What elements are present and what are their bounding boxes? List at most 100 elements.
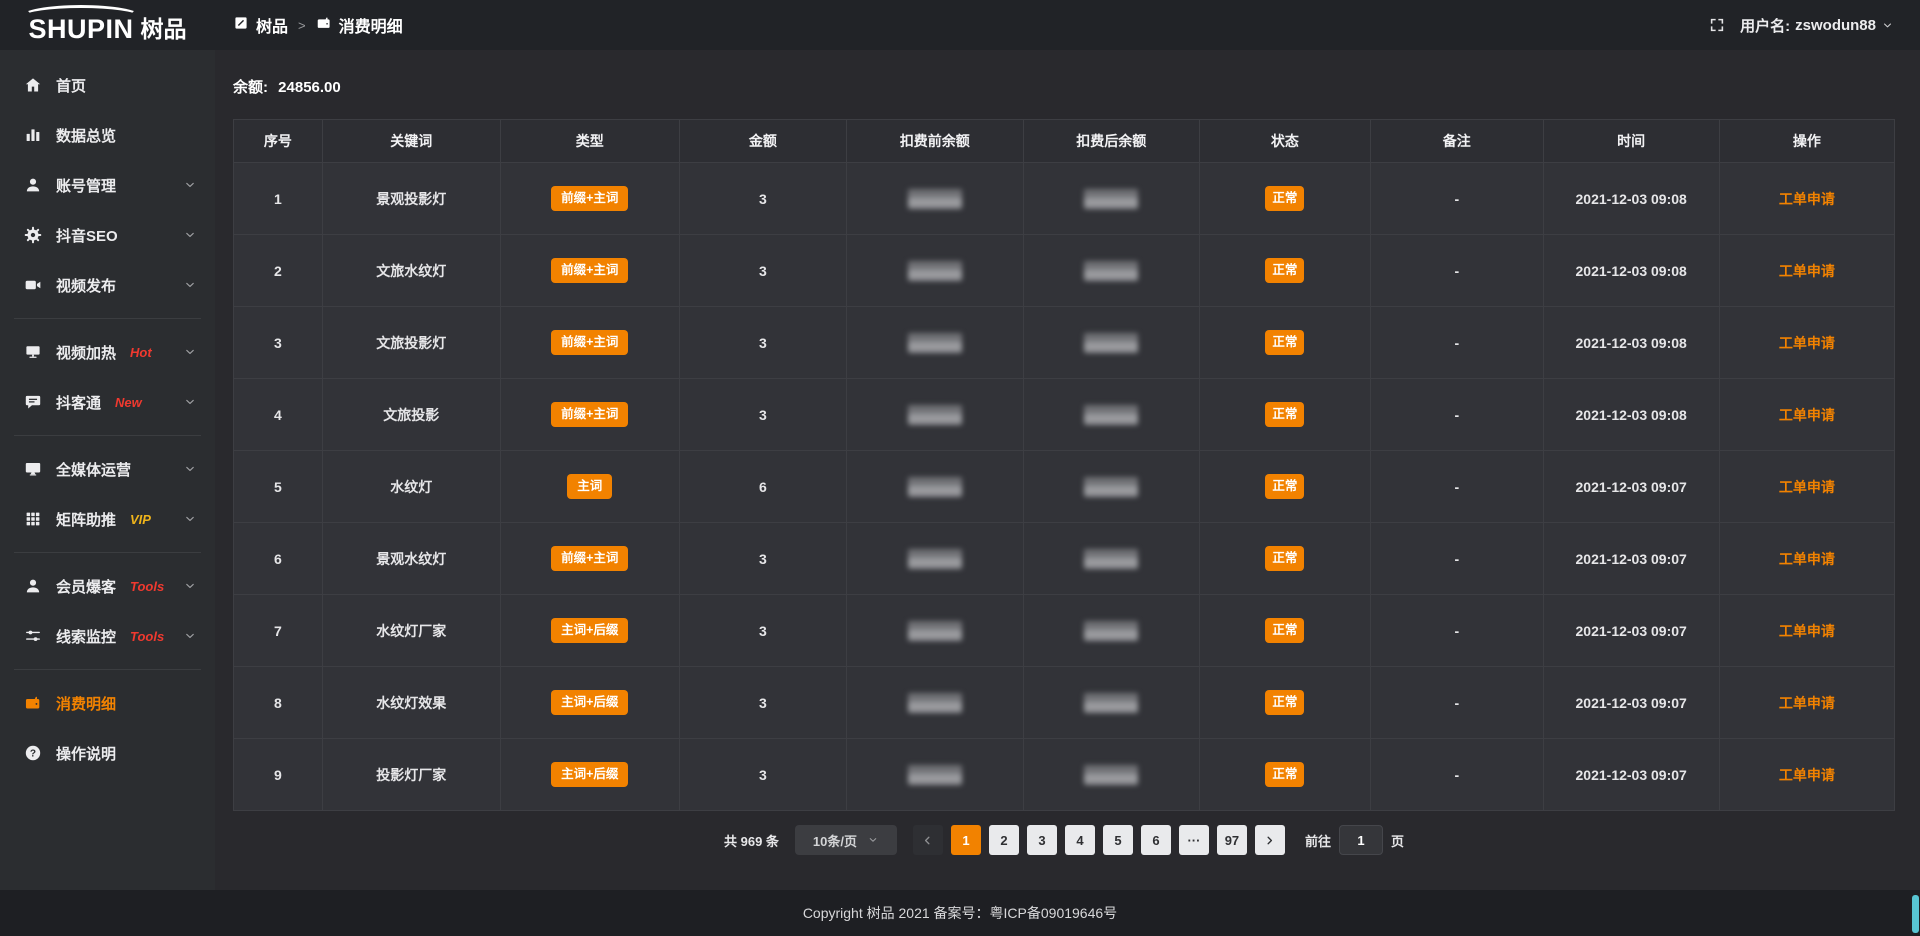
cell-action: 工单申请 bbox=[1719, 523, 1894, 595]
ticket-apply-link[interactable]: 工单申请 bbox=[1779, 767, 1835, 783]
user-icon bbox=[24, 176, 42, 194]
next-page-button[interactable] bbox=[1255, 825, 1285, 855]
sidebar-item-account-manage[interactable]: 账号管理 bbox=[0, 160, 215, 210]
balance-value: 24856.00 bbox=[278, 79, 341, 96]
chevron-down-icon bbox=[183, 178, 197, 192]
cell-remark: - bbox=[1370, 307, 1543, 379]
sidebar-item-label: 视频加热 bbox=[56, 342, 116, 363]
chevron-down-icon bbox=[867, 834, 879, 846]
type-badge: 前缀+主词 bbox=[551, 330, 628, 355]
status-badge: 正常 bbox=[1265, 330, 1304, 355]
footer: Copyright 树品 2021 备案号：粤ICP备09019646号 bbox=[0, 890, 1920, 936]
page-button-97[interactable]: 97 bbox=[1217, 825, 1247, 855]
cell-remark: - bbox=[1370, 451, 1543, 523]
user-menu[interactable]: 用户名: zswodun88 bbox=[1740, 15, 1894, 36]
sidebar-item-badge: Tools bbox=[130, 629, 164, 644]
sidebar-item-matrix-boost[interactable]: 矩阵助推VIP bbox=[0, 494, 215, 544]
chevron-down-icon bbox=[183, 579, 197, 593]
sidebar-item-data-overview[interactable]: 数据总览 bbox=[0, 110, 215, 160]
sliders-icon bbox=[24, 627, 42, 645]
masked-value bbox=[1084, 765, 1138, 785]
cell-post-balance bbox=[1023, 451, 1199, 523]
masked-value bbox=[908, 765, 962, 785]
column-header: 状态 bbox=[1199, 120, 1370, 163]
cell-keyword: 景观投影灯 bbox=[322, 163, 500, 235]
sidebar-item-label: 全媒体运营 bbox=[56, 459, 131, 480]
page-ellipsis[interactable]: ··· bbox=[1179, 825, 1209, 855]
scrollbar-thumb[interactable] bbox=[1912, 895, 1919, 933]
page-button-2[interactable]: 2 bbox=[989, 825, 1019, 855]
svg-text:?: ? bbox=[30, 748, 36, 759]
column-header: 类型 bbox=[500, 120, 679, 163]
status-badge: 正常 bbox=[1265, 690, 1304, 715]
sidebar-item-label: 操作说明 bbox=[56, 743, 116, 764]
sidebar-item-video-heat[interactable]: 视频加热Hot bbox=[0, 327, 215, 377]
cell-pre-balance bbox=[846, 379, 1023, 451]
page-button-3[interactable]: 3 bbox=[1027, 825, 1057, 855]
sidebar-item-clue-monitor[interactable]: 线索监控Tools bbox=[0, 611, 215, 661]
gear-icon bbox=[24, 226, 42, 244]
breadcrumb-root-label: 树品 bbox=[256, 13, 288, 37]
ticket-apply-link[interactable]: 工单申请 bbox=[1779, 479, 1835, 495]
cell-post-balance bbox=[1023, 523, 1199, 595]
masked-value bbox=[908, 189, 962, 209]
masked-value bbox=[1084, 405, 1138, 425]
column-header: 金额 bbox=[679, 120, 846, 163]
ticket-apply-link[interactable]: 工单申请 bbox=[1779, 191, 1835, 207]
masked-value bbox=[908, 477, 962, 497]
ticket-apply-link[interactable]: 工单申请 bbox=[1779, 551, 1835, 567]
cell-time: 2021-12-03 09:08 bbox=[1543, 307, 1719, 379]
sidebar-item-label: 视频发布 bbox=[56, 275, 116, 296]
cell-amount: 6 bbox=[679, 451, 846, 523]
goto-label: 前往 bbox=[1305, 831, 1331, 850]
prev-page-button[interactable] bbox=[913, 825, 943, 855]
cell-status: 正常 bbox=[1199, 595, 1370, 667]
sidebar-item-douketong[interactable]: 抖客通New bbox=[0, 377, 215, 427]
ticket-apply-link[interactable]: 工单申请 bbox=[1779, 335, 1835, 351]
page-size-select[interactable]: 10条/页 bbox=[795, 825, 897, 855]
cell-time: 2021-12-03 09:07 bbox=[1543, 739, 1719, 811]
page-button-6[interactable]: 6 bbox=[1141, 825, 1171, 855]
sidebar-item-video-publish[interactable]: 视频发布 bbox=[0, 260, 215, 310]
masked-value bbox=[908, 549, 962, 569]
breadcrumb-root[interactable]: 树品 bbox=[233, 13, 288, 37]
total-count: 共 969 条 bbox=[724, 831, 779, 850]
sidebar-item-consume-detail[interactable]: 消费明细 bbox=[0, 678, 215, 728]
page-button-4[interactable]: 4 bbox=[1065, 825, 1095, 855]
table-row: 1景观投影灯前缀+主词3正常-2021-12-03 09:08工单申请 bbox=[234, 163, 1895, 235]
ticket-apply-link[interactable]: 工单申请 bbox=[1779, 407, 1835, 423]
type-badge: 前缀+主词 bbox=[551, 546, 628, 571]
cell-pre-balance bbox=[846, 307, 1023, 379]
sidebar-item-member-burst[interactable]: 会员爆客Tools bbox=[0, 561, 215, 611]
sidebar-item-home[interactable]: 首页 bbox=[0, 60, 215, 110]
masked-value bbox=[908, 333, 962, 353]
cell-type: 主词+后缀 bbox=[500, 667, 679, 739]
consume-table-wrap: 序号关键词类型金额扣费前余额扣费后余额状态备注时间操作1景观投影灯前缀+主词3正… bbox=[233, 119, 1895, 811]
ticket-apply-link[interactable]: 工单申请 bbox=[1779, 623, 1835, 639]
fullscreen-icon[interactable] bbox=[1708, 16, 1726, 34]
cell-action: 工单申请 bbox=[1719, 667, 1894, 739]
cell-type: 主词 bbox=[500, 451, 679, 523]
goto-page-input[interactable] bbox=[1339, 825, 1383, 855]
chevron-down-icon bbox=[183, 345, 197, 359]
masked-value bbox=[1084, 189, 1138, 209]
sidebar-item-douyin-seo[interactable]: 抖音SEO bbox=[0, 210, 215, 260]
cell-amount: 3 bbox=[679, 235, 846, 307]
table-row: 3文旅投影灯前缀+主词3正常-2021-12-03 09:08工单申请 bbox=[234, 307, 1895, 379]
sidebar-item-operation-guide[interactable]: ? 操作说明 bbox=[0, 728, 215, 778]
ticket-apply-link[interactable]: 工单申请 bbox=[1779, 263, 1835, 279]
app-logo[interactable]: SHUPIN 树品 bbox=[0, 0, 215, 50]
breadcrumb-current[interactable]: 消费明细 bbox=[316, 13, 403, 37]
cell-status: 正常 bbox=[1199, 667, 1370, 739]
page-button-5[interactable]: 5 bbox=[1103, 825, 1133, 855]
masked-value bbox=[908, 405, 962, 425]
cell-type: 主词+后缀 bbox=[500, 739, 679, 811]
balance-label: 余额: bbox=[233, 79, 268, 96]
page-button-1[interactable]: 1 bbox=[951, 825, 981, 855]
ticket-apply-link[interactable]: 工单申请 bbox=[1779, 695, 1835, 711]
sidebar-item-all-media[interactable]: 全媒体运营 bbox=[0, 444, 215, 494]
cell-type: 前缀+主词 bbox=[500, 523, 679, 595]
sidebar-item-label: 首页 bbox=[56, 75, 86, 96]
table-row: 2文旅水纹灯前缀+主词3正常-2021-12-03 09:08工单申请 bbox=[234, 235, 1895, 307]
cell-index: 6 bbox=[234, 523, 323, 595]
